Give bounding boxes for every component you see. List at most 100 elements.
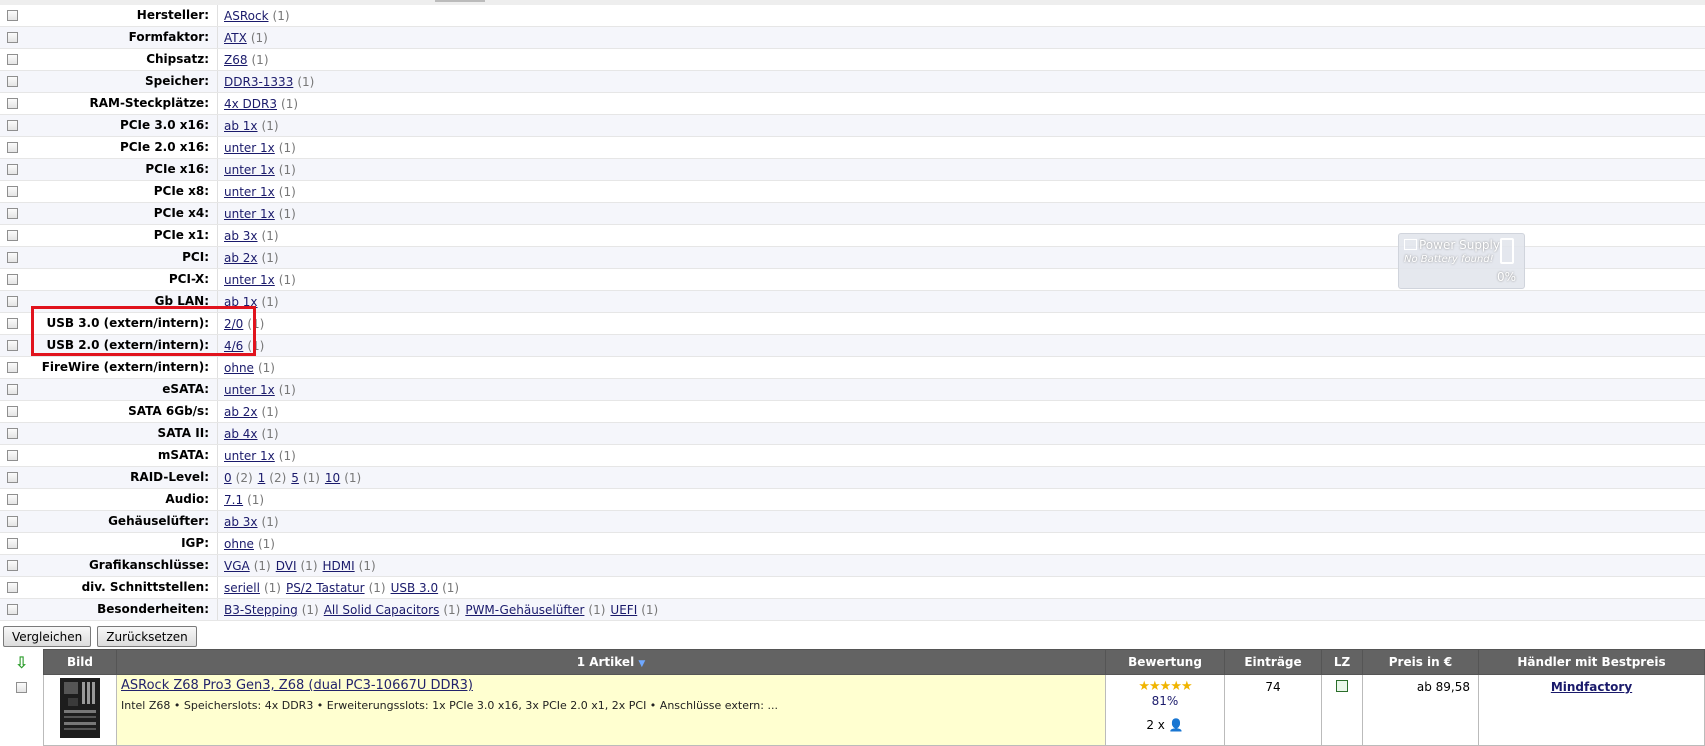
filter-count: (1) <box>358 558 376 573</box>
col-dealer[interactable]: Händler mit Bestpreis <box>1478 649 1705 675</box>
filter-count: (1) <box>261 514 279 529</box>
sort-arrow-icon[interactable]: ⇩ <box>0 649 44 675</box>
filter-value-link[interactable]: DDR3-1333 <box>224 75 293 89</box>
product-title-link[interactable]: ASRock Z68 Pro3 Gen3, Z68 (dual PC3-1066… <box>121 678 473 693</box>
filter-row: RAID-Level: 0 (2) 1 (2) 5 (1) 10 (1) <box>0 467 1705 489</box>
filter-row: SATA II: ab 4x (1) <box>0 423 1705 445</box>
filter-value-link[interactable]: UEFI <box>610 603 637 617</box>
rating-count[interactable]: 2 x 👤 <box>1106 718 1224 732</box>
filter-checkbox-cell <box>0 10 24 21</box>
filter-value-link[interactable]: 4x DDR3 <box>224 97 277 111</box>
filter-value-link[interactable]: ab 2x <box>224 405 258 419</box>
filter-checkbox[interactable] <box>6 582 18 593</box>
dealer-link[interactable]: Mindfactory <box>1551 680 1632 694</box>
filter-checkbox[interactable] <box>6 230 18 241</box>
filter-checkbox[interactable] <box>6 384 18 395</box>
filter-checkbox[interactable] <box>6 32 18 43</box>
power-supply-widget[interactable]: Power Supply No Battery found! 0% <box>1398 233 1525 289</box>
compare-button[interactable]: Vergleichen <box>3 626 92 647</box>
filter-value-link[interactable]: ab 3x <box>224 515 258 529</box>
filter-row: PCIe x4: unter 1x (1) <box>0 203 1705 225</box>
filter-checkbox[interactable] <box>6 98 18 109</box>
filter-checkbox-cell <box>0 186 24 197</box>
product-image[interactable] <box>43 674 117 746</box>
filter-checkbox-cell <box>0 538 24 549</box>
filter-value-link[interactable]: unter 1x <box>224 449 275 463</box>
reset-button[interactable]: Zurücksetzen <box>97 626 197 647</box>
filter-checkbox[interactable] <box>6 560 18 571</box>
col-price[interactable]: Preis in € <box>1362 649 1479 675</box>
filter-checkbox[interactable] <box>6 186 18 197</box>
filter-value-link[interactable]: ATX <box>224 31 247 45</box>
filter-value-link[interactable]: HDMI <box>323 559 355 573</box>
filter-value-link[interactable]: ab 1x <box>224 119 258 133</box>
filter-value-link[interactable]: Z68 <box>224 53 248 67</box>
filter-value-link[interactable]: 10 <box>325 471 340 485</box>
filter-checkbox-cell <box>0 582 24 593</box>
filter-checkbox[interactable] <box>6 54 18 65</box>
filter-checkbox[interactable] <box>6 516 18 527</box>
filter-value-link[interactable]: unter 1x <box>224 163 275 177</box>
filter-checkbox[interactable] <box>6 10 18 21</box>
col-lz[interactable]: LZ <box>1321 649 1363 675</box>
filter-value-link[interactable]: ab 3x <box>224 229 258 243</box>
filter-checkbox[interactable] <box>6 406 18 417</box>
filter-value-link[interactable]: unter 1x <box>224 141 275 155</box>
filter-checkbox[interactable] <box>6 362 18 373</box>
filter-checkbox[interactable] <box>6 494 18 505</box>
filter-value-link[interactable]: unter 1x <box>224 383 275 397</box>
filter-label: PCIe x8: <box>24 181 218 202</box>
filter-checkbox[interactable] <box>6 164 18 175</box>
filter-value-link[interactable]: unter 1x <box>224 185 275 199</box>
filter-checkbox[interactable] <box>6 604 18 615</box>
filter-row: PCIe x16: unter 1x (1) <box>0 159 1705 181</box>
filter-value-link[interactable]: ASRock <box>224 9 269 23</box>
filter-checkbox[interactable] <box>6 76 18 87</box>
filter-checkbox[interactable] <box>6 318 18 329</box>
sort-down-icon[interactable]: ▼ <box>638 659 645 669</box>
filter-value-link[interactable]: All Solid Capacitors <box>324 603 440 617</box>
col-rating[interactable]: Bewertung <box>1105 649 1225 675</box>
filter-value-link[interactable]: 1 <box>258 471 266 485</box>
filter-checkbox[interactable] <box>6 340 18 351</box>
motherboard-icon[interactable] <box>60 678 100 738</box>
filter-checkbox-cell <box>0 54 24 65</box>
filter-label: PCIe x4: <box>24 203 218 224</box>
filter-checkbox[interactable] <box>6 274 18 285</box>
filter-checkbox[interactable] <box>6 208 18 219</box>
filter-checkbox[interactable] <box>6 252 18 263</box>
filter-value-link[interactable]: ab 2x <box>224 251 258 265</box>
row-checkbox[interactable] <box>16 681 27 693</box>
filter-value-link[interactable]: unter 1x <box>224 207 275 221</box>
filter-checkbox[interactable] <box>6 538 18 549</box>
filter-checkbox[interactable] <box>6 450 18 461</box>
filter-checkbox[interactable] <box>6 472 18 483</box>
filter-value-link[interactable]: 7.1 <box>224 493 243 507</box>
col-articles[interactable]: 1 Artikel ▼ <box>116 649 1106 675</box>
availability-icon <box>1336 680 1348 692</box>
filter-checkbox[interactable] <box>6 142 18 153</box>
filter-value-link[interactable]: VGA <box>224 559 250 573</box>
filter-checkbox[interactable] <box>6 120 18 131</box>
filter-value-link[interactable]: 5 <box>291 471 299 485</box>
scroll-tab <box>435 0 485 2</box>
col-entries[interactable]: Einträge <box>1224 649 1322 675</box>
filter-value-link[interactable]: ab 4x <box>224 427 258 441</box>
filter-checkbox[interactable] <box>6 428 18 439</box>
filter-values: DDR3-1333 (1) <box>218 75 319 89</box>
filter-value-link[interactable]: PS/2 Tastatur <box>286 581 365 595</box>
filter-value-link[interactable]: ohne <box>224 361 254 375</box>
filter-value-link[interactable]: 0 <box>224 471 232 485</box>
filter-value-link[interactable]: seriell <box>224 581 260 595</box>
filter-value-link[interactable]: B3-Stepping <box>224 603 298 617</box>
filter-label: eSATA: <box>24 379 218 400</box>
filter-row: IGP: ohne (1) <box>0 533 1705 555</box>
filter-checkbox[interactable] <box>6 296 18 307</box>
filter-value-link[interactable]: DVI <box>276 559 297 573</box>
filter-value-link[interactable]: USB 3.0 <box>391 581 439 595</box>
filter-values: ab 4x (1) <box>218 427 284 441</box>
filter-value-link[interactable]: ohne <box>224 537 254 551</box>
filter-value-link[interactable]: PWM-Gehäuselüfter <box>465 603 584 617</box>
filter-value-link[interactable]: unter 1x <box>224 273 275 287</box>
filter-row: FireWire (extern/intern): ohne (1) <box>0 357 1705 379</box>
